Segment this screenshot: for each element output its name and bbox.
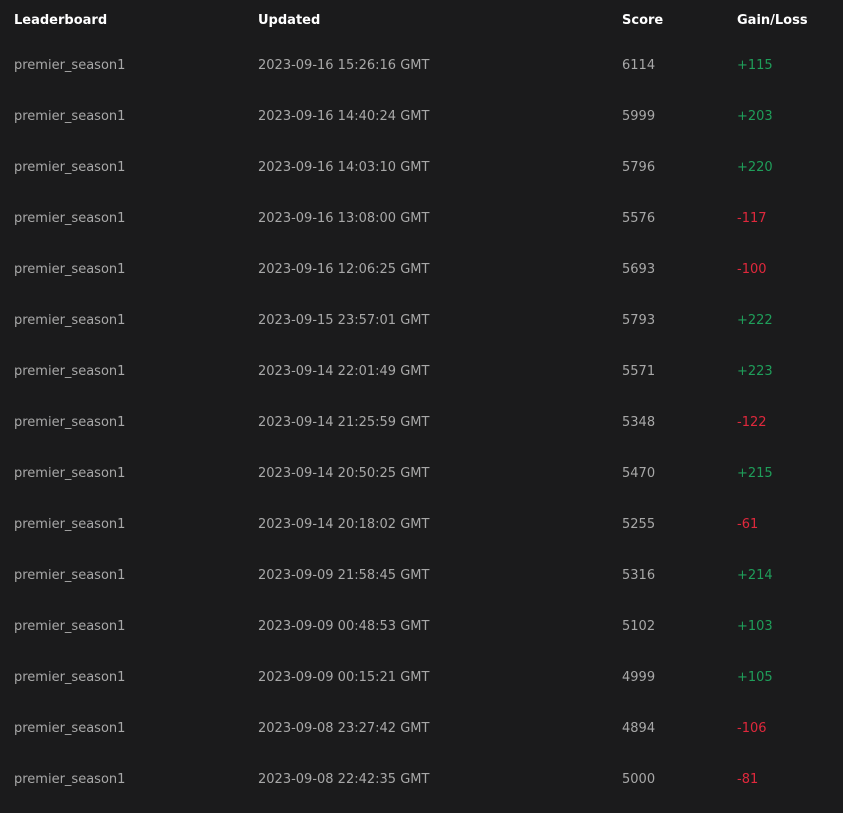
table-row: premier_season1 2023-09-16 13:08:00 GMT 55… — [0, 193, 843, 244]
updated-cell: 2023-09-14 20:50:25 GMT — [258, 466, 430, 481]
table-row: premier_season1 2023-09-08 23:27:42 GMT 48… — [0, 703, 843, 754]
score-cell: 6114 — [622, 58, 656, 73]
updated-cell: 2023-09-08 22:42:35 GMT — [258, 772, 430, 787]
score-cell: 5470 — [622, 466, 656, 481]
updated-cell: 2023-09-14 20:18:02 GMT — [258, 517, 430, 532]
leaderboard-cell: premier_season1 — [14, 568, 126, 583]
gain-loss-cell: +103 — [737, 619, 773, 634]
updated-cell: 2023-09-09 21:58:45 GMT — [258, 568, 430, 583]
gain-loss-cell: +220 — [737, 160, 773, 175]
gain-loss-cell: +215 — [737, 466, 773, 481]
score-cell: 5693 — [622, 262, 656, 277]
table-row: premier_season1 2023-09-16 14:40:24 GMT 59… — [0, 91, 843, 142]
gain-loss-cell: +203 — [737, 109, 773, 124]
score-cell: 5576 — [622, 211, 656, 226]
leaderboard-cell: premier_season1 — [14, 211, 126, 226]
updated-cell: 2023-09-16 14:03:10 GMT — [258, 160, 430, 175]
score-cell: 5999 — [622, 109, 656, 124]
leaderboard-cell: premier_season1 — [14, 109, 126, 124]
updated-cell: 2023-09-16 15:26:16 GMT — [258, 58, 430, 73]
updated-cell: 2023-09-08 23:27:42 GMT — [258, 721, 430, 736]
score-cell: 5316 — [622, 568, 656, 583]
score-cell: 5793 — [622, 313, 656, 328]
table-row: premier_season1 2023-09-14 20:18:02 GMT 52… — [0, 499, 843, 550]
leaderboard-cell: premier_season1 — [14, 517, 126, 532]
leaderboard-cell: premier_season1 — [14, 160, 126, 175]
gain-loss-cell: +115 — [737, 58, 773, 73]
leaderboard-cell: premier_season1 — [14, 670, 126, 685]
gain-loss-cell: +214 — [737, 568, 773, 583]
score-cell: 5348 — [622, 415, 656, 430]
leaderboard-cell: premier_season1 — [14, 313, 126, 328]
updated-cell: 2023-09-16 13:08:00 GMT — [258, 211, 430, 226]
updated-cell: 2023-09-09 00:15:21 GMT — [258, 670, 430, 685]
table-row: premier_season1 2023-09-16 14:03:10 GMT 57… — [0, 142, 843, 193]
gain-loss-cell: +105 — [737, 670, 773, 685]
score-cell: 5571 — [622, 364, 656, 379]
leaderboard-history-table: Leaderboard Updated Score Gain/Loss prem… — [0, 0, 843, 805]
table-row: premier_season1 2023-09-14 22:01:49 GMT 55… — [0, 346, 843, 397]
gain-loss-cell: -106 — [737, 721, 767, 736]
score-cell: 5000 — [622, 772, 656, 787]
gain-loss-cell: -100 — [737, 262, 767, 277]
score-cell: 5255 — [622, 517, 656, 532]
table-row: premier_season1 2023-09-09 21:58:45 GMT 53… — [0, 550, 843, 601]
table-row: premier_season1 2023-09-16 12:06:25 GMT 56… — [0, 244, 843, 295]
gain-loss-cell: -81 — [737, 772, 759, 787]
updated-cell: 2023-09-15 23:57:01 GMT — [258, 313, 430, 328]
leaderboard-cell: premier_season1 — [14, 58, 126, 73]
table-row: premier_season1 2023-09-08 22:42:35 GMT 50… — [0, 754, 843, 805]
leaderboard-cell: premier_season1 — [14, 262, 126, 277]
table-header: Leaderboard Updated Score Gain/Loss — [0, 0, 843, 40]
table-row: premier_season1 2023-09-16 15:26:16 GMT 61… — [0, 40, 843, 91]
updated-cell: 2023-09-14 21:25:59 GMT — [258, 415, 430, 430]
updated-cell: 2023-09-16 14:40:24 GMT — [258, 109, 430, 124]
table-row: premier_season1 2023-09-14 20:50:25 GMT 54… — [0, 448, 843, 499]
gain-loss-cell: +223 — [737, 364, 773, 379]
leaderboard-cell: premier_season1 — [14, 466, 126, 481]
header-score[interactable]: Score — [622, 0, 663, 40]
updated-cell: 2023-09-09 00:48:53 GMT — [258, 619, 430, 634]
leaderboard-cell: premier_season1 — [14, 364, 126, 379]
score-cell: 4894 — [622, 721, 656, 736]
table-row: premier_season1 2023-09-09 00:48:53 GMT 51… — [0, 601, 843, 652]
table-row: premier_season1 2023-09-14 21:25:59 GMT 53… — [0, 397, 843, 448]
leaderboard-cell: premier_season1 — [14, 772, 126, 787]
gain-loss-cell: -117 — [737, 211, 767, 226]
leaderboard-cell: premier_season1 — [14, 721, 126, 736]
gain-loss-cell: -122 — [737, 415, 767, 430]
score-cell: 5102 — [622, 619, 656, 634]
table-body: premier_season1 2023-09-16 15:26:16 GMT 61… — [0, 40, 843, 805]
updated-cell: 2023-09-14 22:01:49 GMT — [258, 364, 430, 379]
gain-loss-cell: +222 — [737, 313, 773, 328]
gain-loss-cell: -61 — [737, 517, 759, 532]
table-row: premier_season1 2023-09-09 00:15:21 GMT 49… — [0, 652, 843, 703]
score-cell: 5796 — [622, 160, 656, 175]
header-gain-loss[interactable]: Gain/Loss — [737, 0, 808, 40]
leaderboard-cell: premier_season1 — [14, 415, 126, 430]
header-updated[interactable]: Updated — [258, 0, 320, 40]
leaderboard-cell: premier_season1 — [14, 619, 126, 634]
updated-cell: 2023-09-16 12:06:25 GMT — [258, 262, 430, 277]
table-row: premier_season1 2023-09-15 23:57:01 GMT 57… — [0, 295, 843, 346]
header-leaderboard[interactable]: Leaderboard — [14, 0, 107, 40]
score-cell: 4999 — [622, 670, 656, 685]
